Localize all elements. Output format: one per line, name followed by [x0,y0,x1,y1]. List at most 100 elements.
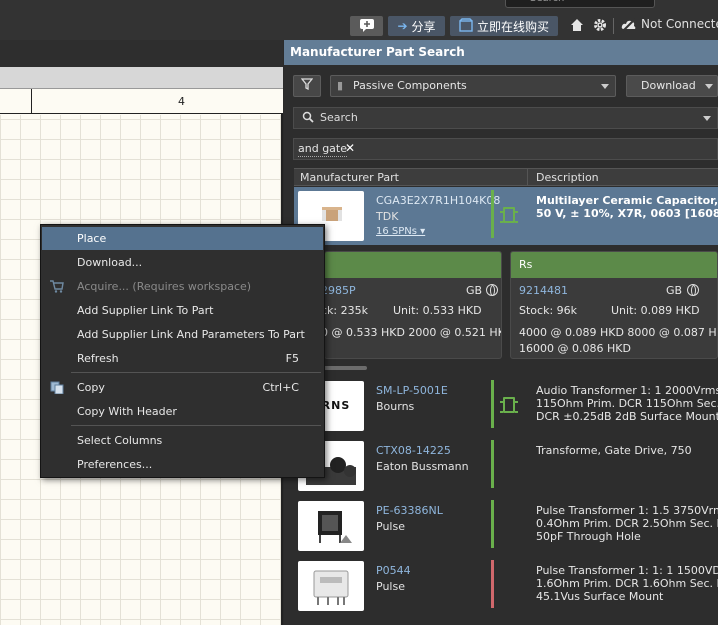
manufacturer-name: Eaton Bussmann [376,460,469,473]
cloud-off-icon [621,18,637,34]
menu-item-add-supplier-link[interactable]: Add Supplier Link To Part [42,299,323,322]
menu-item-label: Refresh [77,352,119,365]
part-number[interactable]: SM-LP-5001E [376,384,448,397]
menu-item-download[interactable]: Download... [42,251,323,274]
description-line: 45.1Vus Surface Mount [536,590,664,603]
menu-item-copy-with-header[interactable]: Copy With Header [42,400,323,423]
description-line: 0.4Ohm Prim. DCR 2.5Ohm Sec. DCR [536,517,718,530]
supplier-unit-price: Unit: 0.089 HKD [611,304,700,317]
column-header-part[interactable]: Manufacturer Part [300,171,399,184]
description-line: Pulse Transformer 1: 1: 1 1500VDC [536,564,718,577]
spns-label: 16 SPNs [376,226,417,237]
status-bar [491,190,494,238]
table-row[interactable]: CGA3E2X7R1H104K08 TDK 16 SPNs ▾ Multilay… [294,187,718,245]
part-number[interactable]: PE-63386NL [376,504,443,517]
filter-button[interactable] [293,75,321,97]
column-divider[interactable] [527,169,528,185]
column-header-description[interactable]: Description [536,171,599,184]
copy-icon [50,381,64,395]
description-line: Multilayer Ceramic Capacitor, 0.1 uF, [536,194,718,207]
home-icon[interactable] [569,18,585,34]
panel-title: Manufacturer Part Search [284,40,718,65]
menu-item-copy[interactable]: Copy Ctrl+C [42,376,323,399]
part-number[interactable]: CTX08-14225 [376,444,451,457]
part-number[interactable]: CGA3E2X7R1H104K08 [376,194,500,207]
category-value: Passive Components [353,79,467,92]
filter-chip[interactable]: and gate [298,142,347,157]
menu-separator [71,372,321,373]
manufacturer-name: Bourns [376,400,415,413]
context-menu: Place Download... Acquire... (Requires w… [40,224,325,478]
supplier-stock: ck: 235k [324,304,368,317]
supplier-card[interactable]: 2985P GB ck: 235k Unit: 0.533 HKD 0 @ 0.… [324,251,502,359]
category-dropdown[interactable]: ▮ Passive Components [330,75,616,97]
comment-plus-icon [359,18,375,35]
part-search-input[interactable]: Search [293,107,718,129]
status-bar [491,560,494,608]
menu-separator [71,425,321,426]
comment-button[interactable] [350,16,383,36]
part-description: Transforme, Gate Drive, 750 [536,444,718,457]
globe-icon[interactable] [486,284,498,296]
globe-icon[interactable] [687,284,699,296]
supplier-header [325,252,501,278]
cart-icon [50,280,64,293]
chevron-down-icon[interactable] [703,116,711,121]
results-table-header: Manufacturer Part Description [294,168,718,186]
status-bar [491,440,494,488]
ruler-divider [31,89,32,114]
gear-icon[interactable] [592,18,608,34]
search-placeholder: Search [320,111,358,124]
table-row[interactable]: P0544 Pulse Pulse Transformer 1: 1: 1 15… [294,557,718,615]
table-row[interactable]: PE-63386NL Pulse Pulse Transformer 1: 1.… [294,497,718,555]
supplier-price-break: 0 @ 0.533 HKD 2000 @ 0.521 HKD [324,326,502,339]
supplier-price-break: 16000 @ 0.086 HKD [519,342,631,355]
supplier-part-number[interactable]: 9214481 [519,284,568,297]
global-search-input[interactable]: Search [505,0,655,8]
share-label: 分享 [411,19,436,34]
spns-link[interactable]: 16 SPNs ▾ [376,226,425,237]
part-number[interactable]: P0544 [376,564,411,577]
part-thumbnail [298,561,364,611]
component-icon: ▮ [337,79,344,92]
status-bar [491,500,494,548]
download-button[interactable]: Download [626,75,718,97]
supplier-card[interactable]: Rs 9214481 GB Stock: 96k Unit: 0.089 HKD… [510,251,718,359]
menu-item-label: Acquire... (Requires workspace) [77,280,252,293]
menu-item-add-supplier-link-params[interactable]: Add Supplier Link And Parameters To Part [42,323,323,346]
description-line: 50 V, ± 10%, X7R, 0603 [1608 Metric] [536,207,718,220]
filter-icon [300,78,314,93]
table-row[interactable]: CTX08-14225 Eaton Bussmann Transforme, G… [294,437,718,495]
menu-item-place[interactable]: Place [42,227,323,250]
supplier-part-number[interactable]: 2985P [325,284,356,297]
menu-item-refresh[interactable]: Refresh F5 [42,347,323,370]
ruler-zone-label: 4 [178,95,185,108]
supplier-header: Rs [511,252,717,278]
menu-item-select-columns[interactable]: Select Columns [42,429,323,452]
close-icon[interactable]: ✕ [345,141,355,155]
menu-item-acquire: Acquire... (Requires workspace) [42,275,323,298]
top-toolbar: Search ➔ 分享 立即在线购买 Not Connected [0,0,718,40]
sheet-title-band [0,67,283,89]
active-filters-bar: and gate ✕ [293,138,718,160]
description-line: 115Ohm Prim. DCR 115Ohm Sec. [536,397,718,410]
download-label: Download [641,79,696,92]
menu-item-preferences[interactable]: Preferences... [42,453,323,476]
part-description: Pulse Transformer 1: 1: 1 1500VDC 1.6Ohm… [536,564,718,603]
description-line: DCR ±0.25dB 2dB Surface Mount [536,410,718,423]
description-line: 1.6Ohm Prim. DCR 1.6Ohm Sec. DCR [536,577,718,590]
description-line: Pulse Transformer 1: 1.5 3750Vrms [536,504,718,517]
manufacturer-name: Pulse [376,580,405,593]
buy-online-label: 立即在线购买 [476,19,549,34]
connection-status: Not Connected [641,17,718,31]
chevron-down-icon [601,84,609,89]
share-button[interactable]: ➔ 分享 [388,16,445,36]
buy-online-button[interactable]: 立即在线购买 [450,16,558,36]
supplier-unit-price: Unit: 0.533 HKD [393,304,482,317]
menu-shortcut: Ctrl+C [262,381,299,394]
search-icon [302,110,314,130]
table-row[interactable]: URNS SM-LP-5001E Bourns Audio Transforme… [294,377,718,435]
sheet-border-ruler: 4 [0,89,283,114]
menu-item-label: Place [77,232,107,245]
component-chip-icon [500,207,518,223]
